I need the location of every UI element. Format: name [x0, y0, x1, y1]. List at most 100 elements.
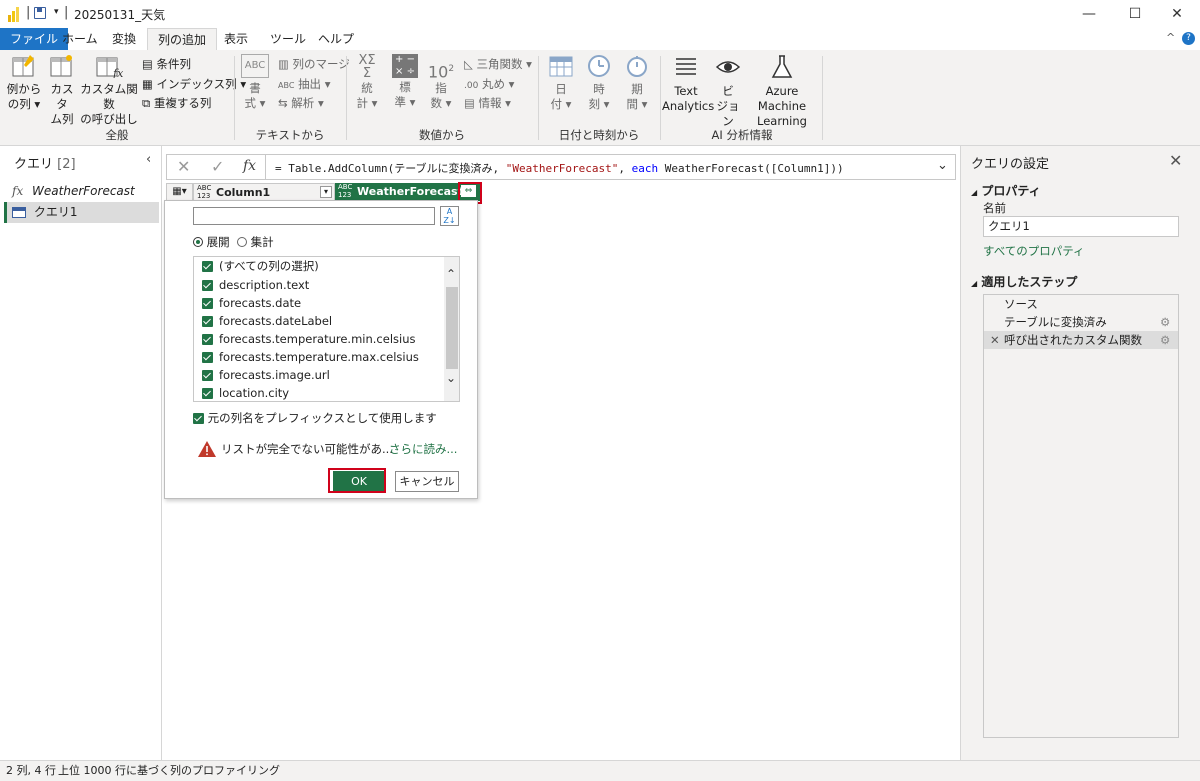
- quick-access-dropdown-icon[interactable]: ▾: [54, 7, 59, 17]
- step-item-selected[interactable]: ✕ 呼び出されたカスタム関数 ⚙: [984, 331, 1178, 349]
- vision-button[interactable]: ビ ジョン: [712, 54, 744, 129]
- label: (すべての列の選択): [219, 259, 319, 273]
- label: カスタ: [50, 82, 74, 111]
- index-column-button[interactable]: ▦ インデックス列 ▾: [142, 76, 246, 92]
- merge-columns-button[interactable]: ▥ 列のマージ: [278, 56, 350, 72]
- statistics-button[interactable]: XΣ Σ 統 計 ▾: [352, 54, 382, 111]
- tab-home[interactable]: ホーム: [52, 28, 108, 50]
- type-icon: ABC 123: [197, 184, 212, 200]
- label: 展開: [206, 235, 230, 249]
- applied-steps-header[interactable]: ◢ 適用したステップ: [971, 273, 1077, 290]
- step-item[interactable]: テーブルに変換済み ⚙: [984, 313, 1178, 331]
- group-divider: [822, 56, 823, 140]
- list-item[interactable]: location.city: [202, 384, 289, 401]
- duplicate-column-button[interactable]: ⧉ 重複する列: [142, 95, 211, 111]
- commit-formula-icon[interactable]: ✓: [211, 157, 224, 176]
- scientific-button[interactable]: 102 指 数 ▾: [426, 54, 456, 111]
- list-item[interactable]: forecasts.date: [202, 294, 301, 312]
- label: 丸め: [481, 77, 505, 91]
- rounding-button[interactable]: .00 丸め ▾: [464, 76, 514, 92]
- column-name: Column1: [216, 186, 271, 199]
- minimize-button[interactable]: —: [1066, 0, 1112, 28]
- gear-icon[interactable]: ⚙: [1160, 313, 1170, 331]
- extract-button[interactable]: ABC 抽出 ▾: [278, 76, 331, 92]
- list-item[interactable]: forecasts.temperature.max.celsius: [202, 348, 419, 366]
- label: 準: [394, 95, 407, 109]
- cancel-button[interactable]: キャンセル: [395, 471, 459, 492]
- checkbox-checked-icon: [202, 280, 213, 291]
- read-more-link[interactable]: さらに読み...: [389, 441, 457, 457]
- invoke-custom-function-button[interactable]: fx カスタム関数 の呼び出し: [80, 54, 138, 127]
- search-columns-input[interactable]: [193, 207, 435, 225]
- collapse-pane-icon[interactable]: ‹: [146, 152, 151, 167]
- save-icon[interactable]: [34, 7, 46, 19]
- profiling-status[interactable]: 上位 1000 行に基づく列のプロファイリング: [58, 761, 280, 781]
- tab-add-column[interactable]: 列の追加: [147, 28, 218, 50]
- label: ビ: [722, 84, 734, 98]
- close-button[interactable]: ✕: [1154, 0, 1200, 28]
- list-item[interactable]: forecasts.temperature.min.celsius: [202, 330, 416, 348]
- duration-button[interactable]: 期 間 ▾: [622, 54, 652, 112]
- list-item[interactable]: description.text: [202, 276, 309, 294]
- label: 呼び出されたカスタム関数: [1004, 333, 1142, 347]
- close-pane-icon[interactable]: ✕: [1169, 151, 1182, 170]
- step-item[interactable]: ソース: [984, 295, 1178, 313]
- formula-string: "WeatherForecast": [505, 162, 619, 175]
- text-analytics-button[interactable]: Text Analytics: [662, 54, 714, 114]
- format-button[interactable]: ABC 書 式 ▾: [238, 54, 272, 111]
- parse-button[interactable]: ⇆ 解析 ▾: [278, 95, 324, 111]
- label: カスタム関数: [80, 82, 138, 111]
- time-button[interactable]: 時 刻 ▾: [584, 54, 614, 112]
- sort-az-icon[interactable]: A Z↓: [440, 206, 459, 226]
- properties-header[interactable]: ◢ プロパティ: [971, 182, 1041, 199]
- list-item[interactable]: forecasts.dateLabel: [202, 312, 332, 330]
- custom-column-button[interactable]: カスタ ム列: [46, 54, 78, 127]
- table-menu-icon[interactable]: ▦▾: [166, 183, 193, 201]
- formula-bar: ✕ ✓ fx = Table.AddColumn(テーブルに変換済み, "Wea…: [166, 154, 956, 180]
- query-name-input[interactable]: クエリ1: [983, 216, 1179, 237]
- information-button[interactable]: ▤ 情報 ▾: [464, 95, 511, 111]
- tab-help[interactable]: ヘルプ: [308, 28, 364, 50]
- conditional-column-button[interactable]: ▤ 条件列: [142, 56, 191, 72]
- maximize-button[interactable]: ☐: [1112, 0, 1158, 28]
- radio-aggregate[interactable]: 集計: [237, 234, 274, 250]
- scroll-up-icon[interactable]: ⌃: [446, 267, 456, 281]
- tab-transform[interactable]: 変換: [102, 28, 146, 50]
- date-button[interactable]: 日 付 ▾: [546, 54, 576, 112]
- list-item[interactable]: (すべての列の選択): [202, 257, 319, 275]
- help-icon[interactable]: ?: [1182, 32, 1195, 45]
- standard-button[interactable]: + − × ÷ 標 準 ▾: [390, 54, 420, 110]
- column-from-examples-button[interactable]: 例から の列 ▾: [4, 54, 44, 112]
- extract-icon: ABC: [278, 81, 295, 90]
- scrollbar-thumb[interactable]: [446, 287, 458, 369]
- azure-ml-button[interactable]: Azure Machine Learning: [746, 54, 818, 129]
- collapse-ribbon-icon[interactable]: ^: [1166, 31, 1175, 44]
- applied-steps-list: ソース テーブルに変換済み ⚙ ✕ 呼び出されたカスタム関数 ⚙: [983, 294, 1179, 738]
- label: forecasts.temperature.min.celsius: [219, 332, 416, 346]
- radio-expand[interactable]: 展開: [193, 234, 230, 250]
- expand-formula-icon[interactable]: ⌄: [937, 158, 948, 173]
- formula-input[interactable]: = Table.AddColumn(テーブルに変換済み, "WeatherFor…: [275, 160, 844, 176]
- gear-icon[interactable]: ⚙: [1160, 331, 1170, 349]
- queries-pane: クエリ [2] ‹ fx WeatherForecast クエリ1: [0, 146, 162, 760]
- information-icon: ▤: [464, 96, 475, 110]
- label: 付: [550, 97, 563, 111]
- calendar-icon: [548, 54, 574, 78]
- fx-icon[interactable]: fx: [243, 158, 256, 174]
- use-prefix-checkbox[interactable]: 元の列名をプレフィックスとして使用します: [193, 410, 437, 426]
- cancel-formula-icon[interactable]: ✕: [177, 157, 190, 176]
- trigonometry-button[interactable]: ◺ 三角関数 ▾: [464, 56, 532, 72]
- label: WeatherForecast: [32, 184, 135, 198]
- expand-dialog: A Z↓ 展開 集計 (すべての列の選択) description.text fo…: [164, 200, 478, 499]
- tab-view[interactable]: 表示: [214, 28, 258, 50]
- column-header-column1[interactable]: ABC 123 Column1 ▾: [193, 183, 335, 201]
- label: 統: [361, 81, 373, 95]
- scrollbar[interactable]: ⌃ ⌄: [444, 257, 459, 401]
- list-item[interactable]: forecasts.image.url: [202, 366, 330, 384]
- delete-step-icon[interactable]: ✕: [990, 331, 1000, 349]
- query-item-query1[interactable]: クエリ1: [4, 202, 159, 223]
- filter-dropdown-icon[interactable]: ▾: [320, 186, 332, 198]
- scroll-down-icon[interactable]: ⌄: [446, 371, 456, 385]
- all-properties-link[interactable]: すべてのプロパティ: [983, 243, 1085, 259]
- query-item-weatherforecast[interactable]: fx WeatherForecast: [4, 181, 159, 201]
